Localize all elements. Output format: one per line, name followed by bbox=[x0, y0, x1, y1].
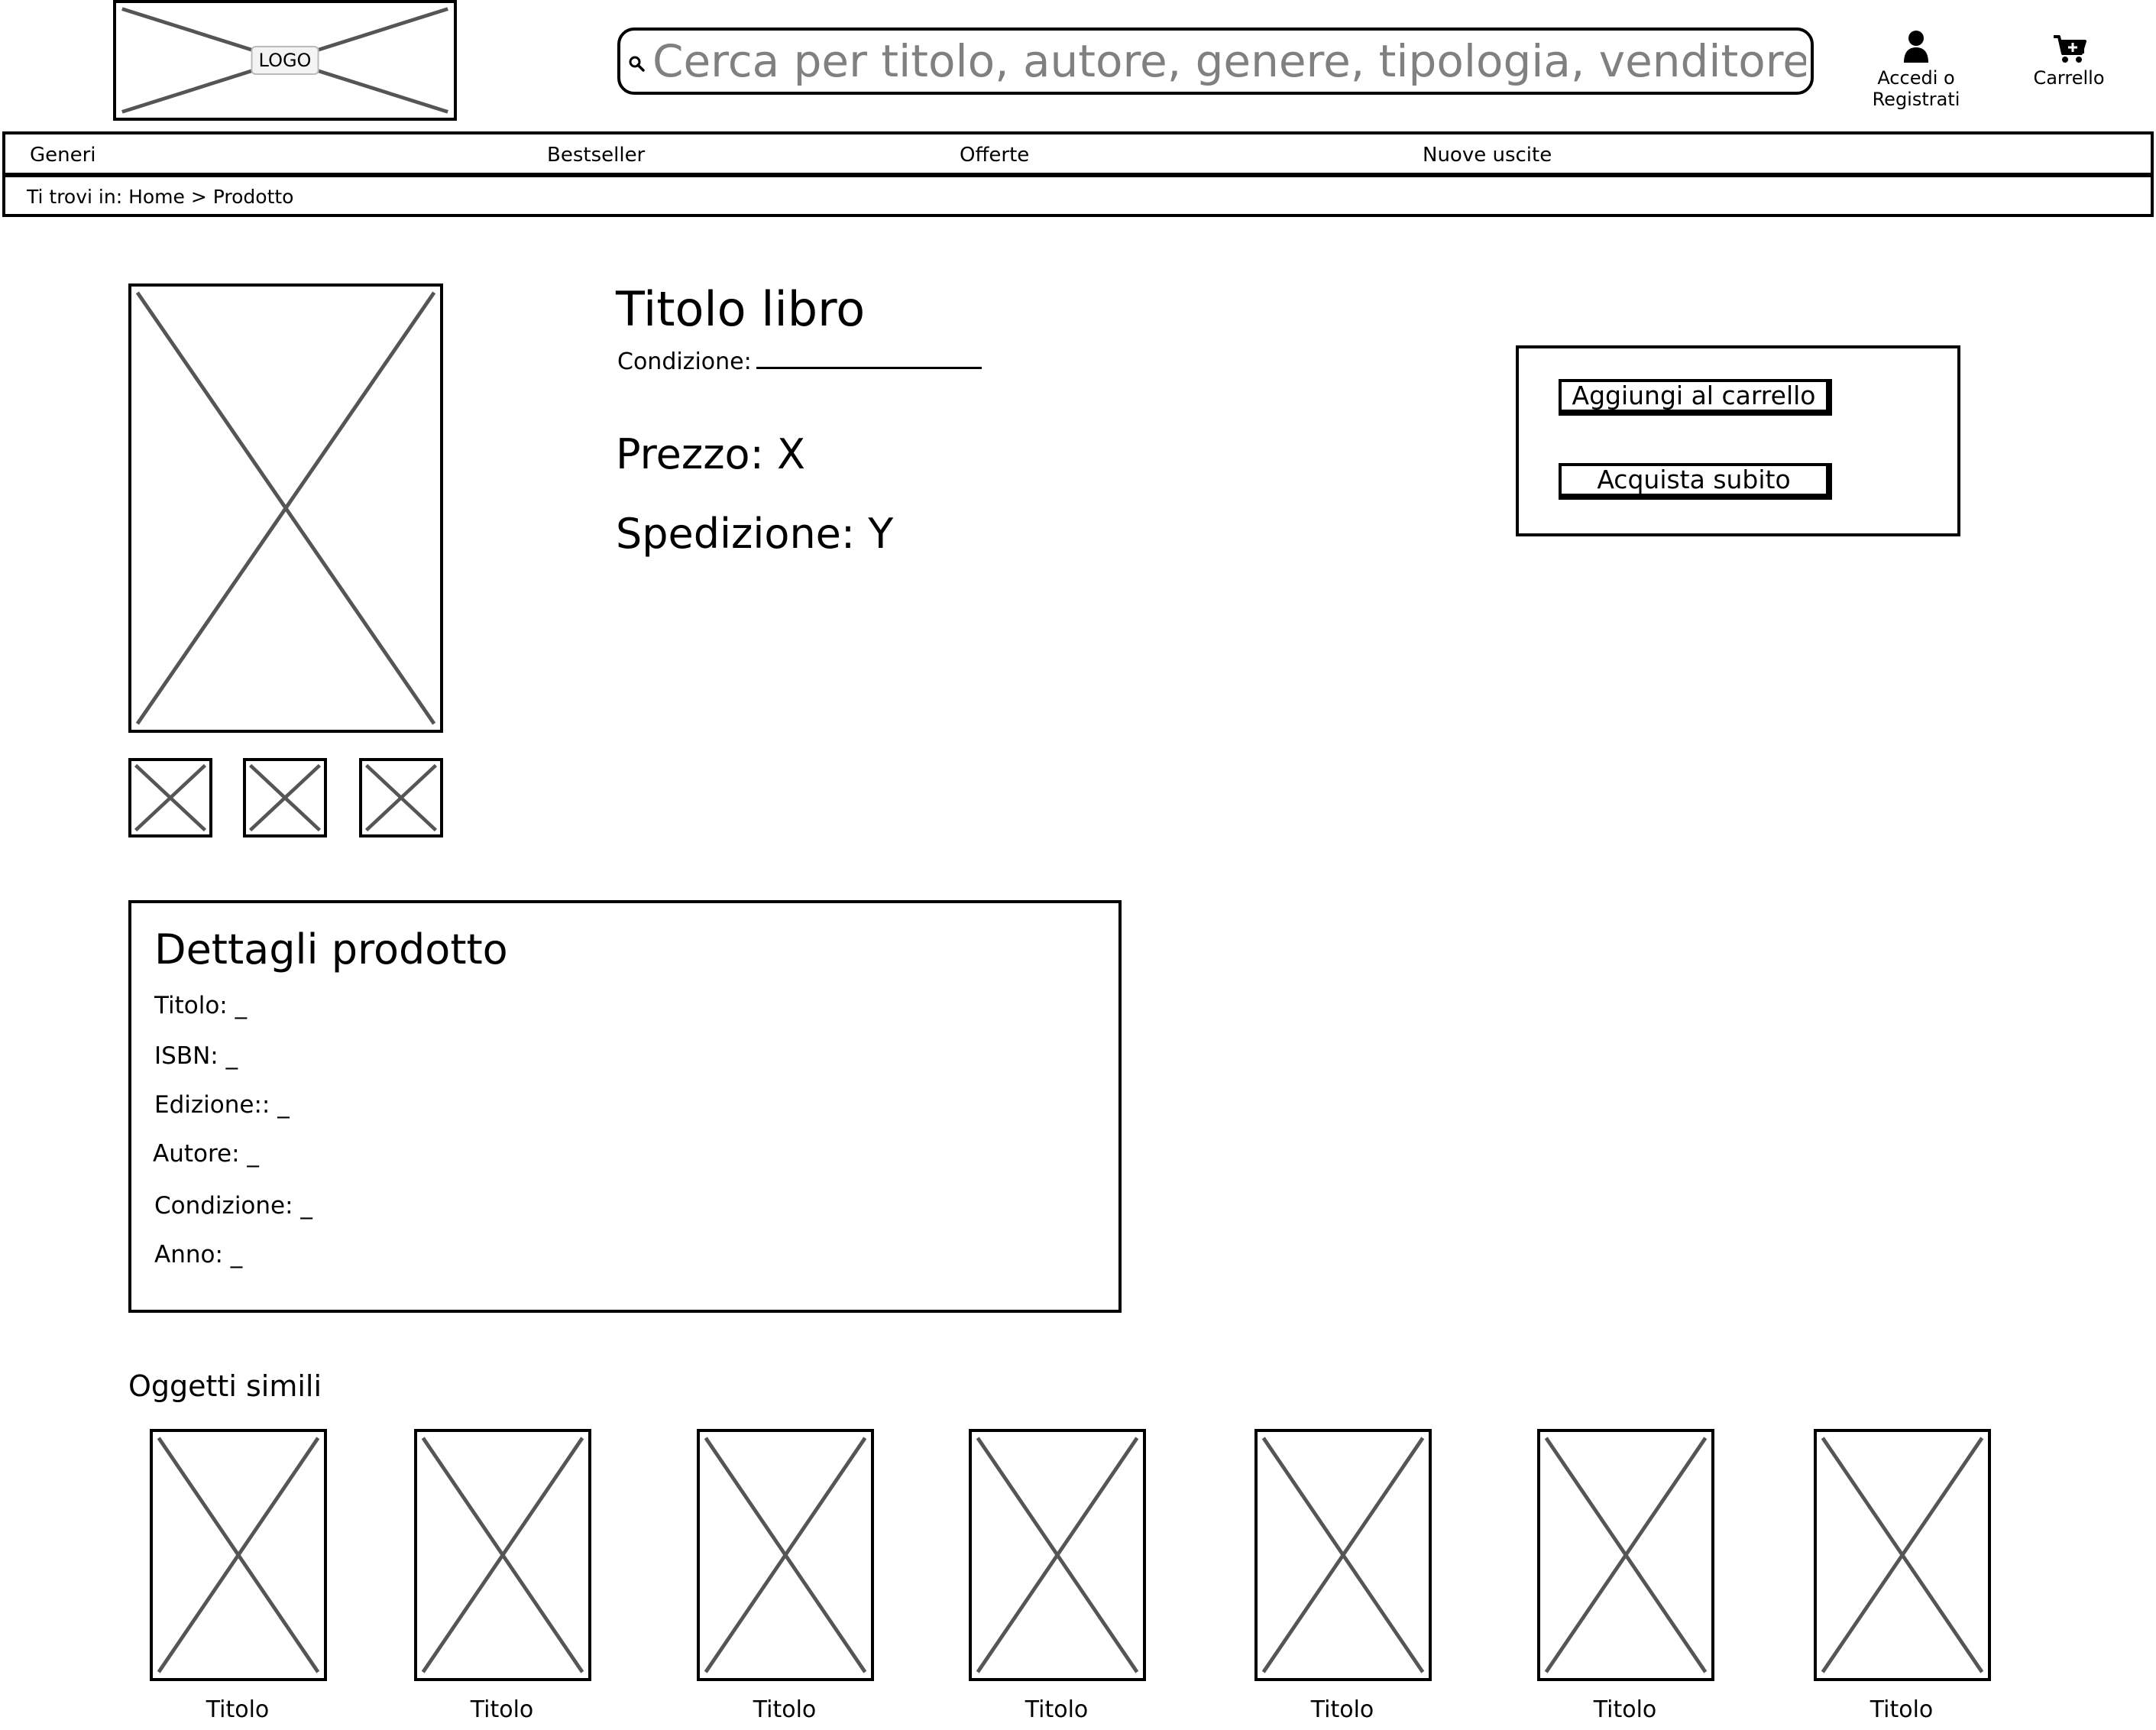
similar-item-image[interactable] bbox=[1537, 1429, 1714, 1681]
logo[interactable]: LOGO bbox=[113, 0, 457, 121]
detail-row-edizione: Edizione:: _ bbox=[154, 1091, 290, 1119]
nav-item-nuove-uscite[interactable]: Nuove uscite bbox=[1423, 144, 1552, 167]
add-to-cart-button[interactable]: Aggiungi al carrello bbox=[1559, 379, 1832, 416]
account-button[interactable]: Accedi o Registrati bbox=[1832, 26, 2000, 110]
image-placeholder-icon bbox=[1544, 1437, 1708, 1673]
user-icon bbox=[1904, 31, 1928, 63]
detail-row-autore: Autore: _ bbox=[153, 1140, 259, 1168]
main-nav: Generi Bestseller Offerte Nuove uscite bbox=[2, 131, 2154, 176]
image-placeholder-icon bbox=[704, 1437, 867, 1673]
image-placeholder-icon bbox=[1821, 1437, 1984, 1673]
buy-now-button[interactable]: Acquista subito bbox=[1559, 463, 1832, 500]
similar-item-image[interactable] bbox=[150, 1429, 327, 1681]
nav-item-offerte[interactable]: Offerte bbox=[960, 144, 1029, 167]
similar-item-title[interactable]: Titolo bbox=[969, 1696, 1144, 1724]
similar-item-title[interactable]: Titolo bbox=[150, 1696, 325, 1724]
similar-item-image[interactable] bbox=[969, 1429, 1146, 1681]
nav-item-generi[interactable]: Generi bbox=[30, 144, 96, 167]
similar-item-title[interactable]: Titolo bbox=[414, 1696, 590, 1724]
image-placeholder-icon bbox=[421, 1437, 584, 1673]
detail-row-isbn: ISBN: _ bbox=[154, 1042, 238, 1070]
image-placeholder-icon bbox=[157, 1437, 320, 1673]
image-placeholder-icon bbox=[134, 763, 207, 832]
image-placeholder-icon bbox=[364, 763, 438, 832]
condition-blank bbox=[756, 347, 982, 369]
similar-heading: Oggetti simili bbox=[128, 1369, 322, 1403]
image-placeholder-icon bbox=[135, 291, 436, 725]
product-condition: Condizione: bbox=[617, 347, 982, 376]
detail-row-titolo: Titolo: _ bbox=[154, 992, 248, 1019]
cart-label: Carrello bbox=[2033, 67, 2105, 89]
nav-item-bestseller[interactable]: Bestseller bbox=[547, 144, 645, 167]
product-thumbnail[interactable] bbox=[243, 758, 327, 837]
logo-label: LOGO bbox=[251, 46, 319, 75]
detail-row-anno: Anno: _ bbox=[154, 1241, 243, 1268]
search-icon bbox=[629, 56, 645, 72]
detail-row-condizione: Condizione: _ bbox=[154, 1192, 312, 1220]
search-input[interactable] bbox=[652, 35, 1806, 87]
similar-item-title[interactable]: Titolo bbox=[697, 1696, 872, 1724]
product-thumbnail[interactable] bbox=[359, 758, 443, 837]
account-label: Accedi o Registrati bbox=[1872, 67, 1960, 110]
search-bar[interactable] bbox=[617, 28, 1814, 95]
similar-item-title[interactable]: Titolo bbox=[1814, 1696, 1989, 1724]
image-placeholder-icon bbox=[976, 1437, 1139, 1673]
product-details: Dettagli prodotto Titolo: _ ISBN: _ Ediz… bbox=[128, 900, 1122, 1313]
similar-item-title[interactable]: Titolo bbox=[1254, 1696, 1430, 1724]
breadcrumb-text: Ti trovi in: Home > Prodotto bbox=[27, 186, 294, 208]
condition-label: Condizione: bbox=[617, 348, 752, 375]
similar-item-title[interactable]: Titolo bbox=[1537, 1696, 1713, 1724]
similar-item-image[interactable] bbox=[414, 1429, 591, 1681]
details-heading: Dettagli prodotto bbox=[154, 925, 508, 974]
breadcrumb: Ti trovi in: Home > Prodotto bbox=[2, 174, 2154, 217]
product-price: Prezzo: X bbox=[616, 430, 805, 478]
product-shipping: Spedizione: Y bbox=[616, 510, 894, 558]
similar-item-image[interactable] bbox=[1254, 1429, 1432, 1681]
similar-item-image[interactable] bbox=[697, 1429, 874, 1681]
cart-icon bbox=[2054, 35, 2086, 63]
purchase-panel: Aggiungi al carrello Acquista subito bbox=[1516, 345, 1960, 536]
product-thumbnail[interactable] bbox=[128, 758, 212, 837]
similar-item-image[interactable] bbox=[1814, 1429, 1991, 1681]
image-placeholder-icon bbox=[248, 763, 322, 832]
product-main-image[interactable] bbox=[128, 283, 443, 733]
cart-button[interactable]: Carrello bbox=[2025, 31, 2113, 92]
image-placeholder-icon bbox=[1261, 1437, 1425, 1673]
product-title: Titolo libro bbox=[616, 281, 866, 337]
